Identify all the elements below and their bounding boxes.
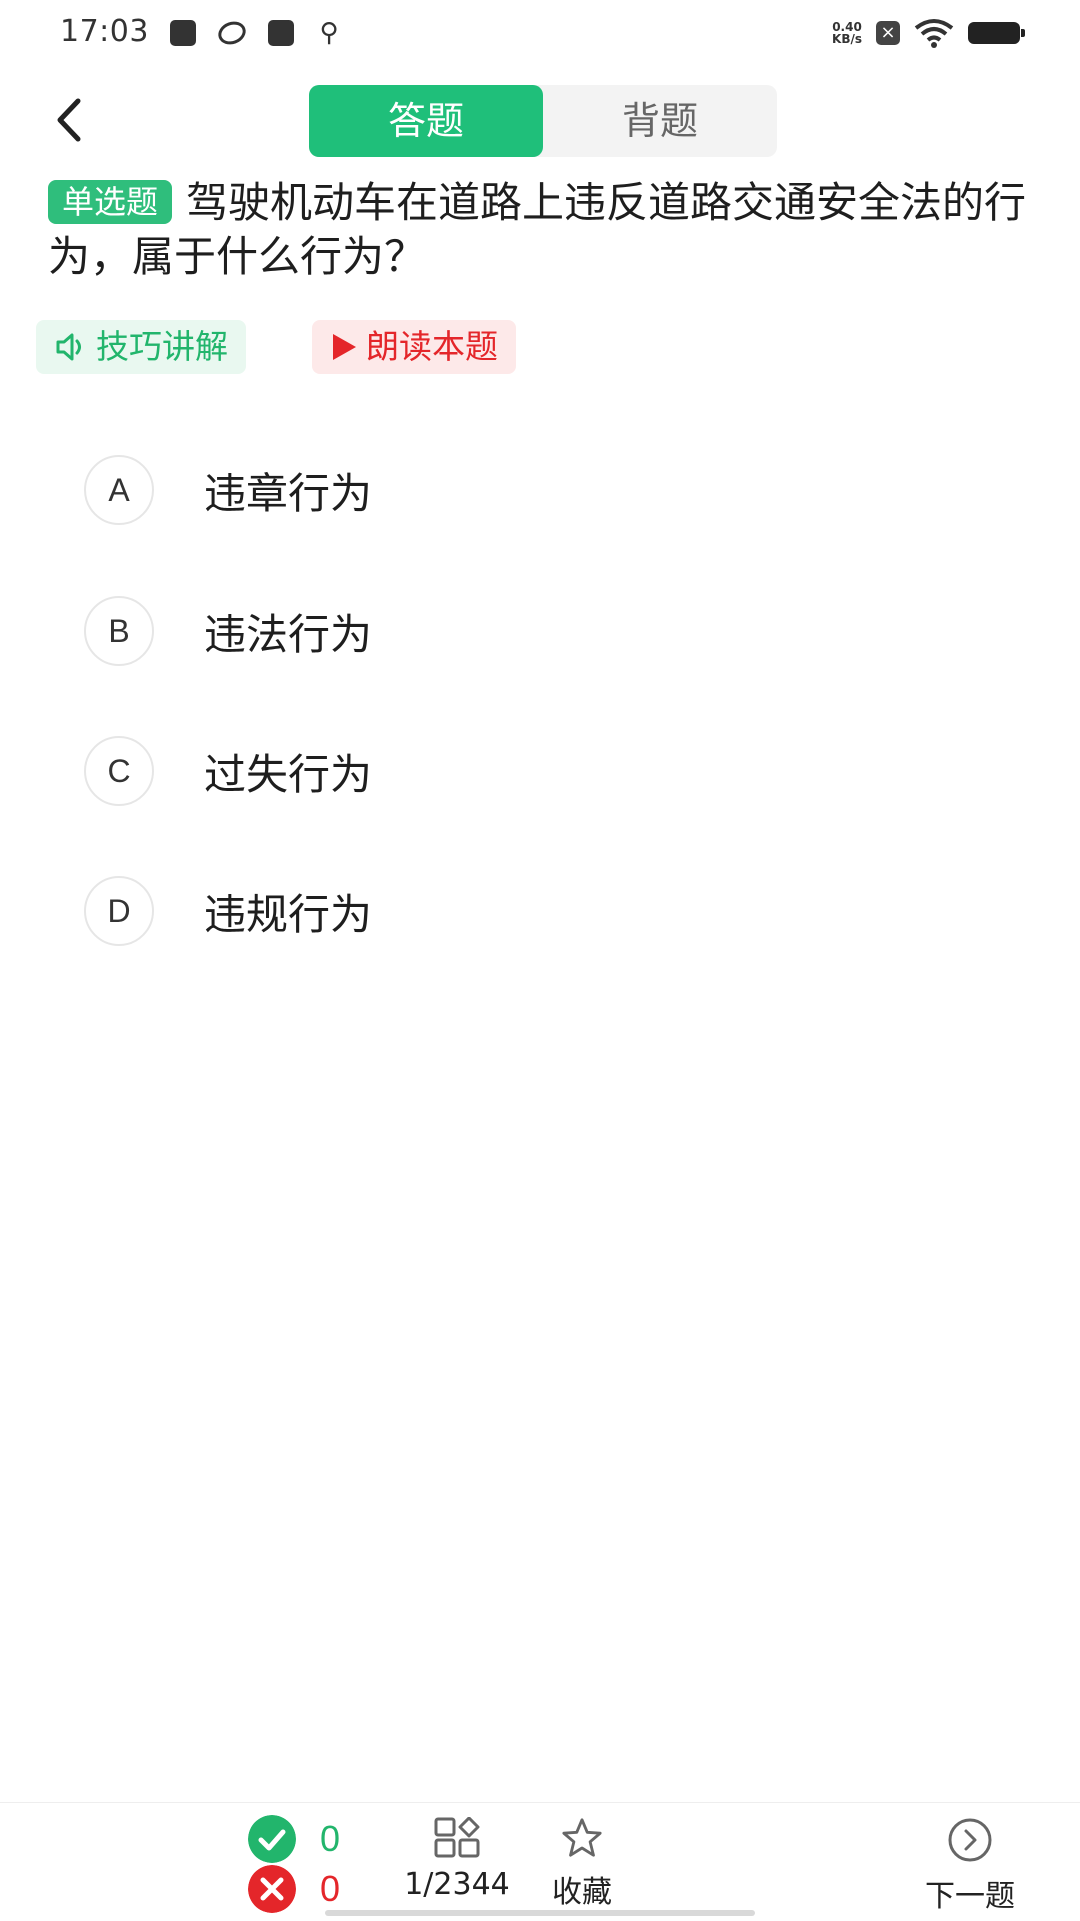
question-text: 驾驶机动车在道路上违反道路交通安全法的行为，属于什么行为？ [48,178,1027,281]
correct-stat: 0 [248,1815,340,1863]
correct-count: 0 [320,1818,341,1859]
option-letter: C [84,736,154,806]
progress-label: 1/2344 [404,1867,510,1902]
status-time: 17:03 [60,14,149,49]
option-text: 过失行为 [204,749,373,799]
tab-answer[interactable]: 答题 [309,85,543,157]
read-aloud-label: 朗读本题 [366,327,498,366]
next-question-button[interactable]: 下一题 [900,1817,1040,1915]
swirl-icon [215,17,249,49]
option-letter: D [84,876,154,946]
home-indicator [325,1910,755,1916]
clipboard-check-icon [170,20,196,46]
question-grid-button[interactable]: 1/2344 [392,1816,522,1902]
wifi-icon [914,19,954,48]
check-circle-icon [248,1815,296,1863]
option-letter: B [84,596,154,666]
mode-segmented-control: 答题 背题 [309,85,777,157]
read-aloud-button[interactable]: 朗读本题 [312,320,516,374]
option-b[interactable]: B 违法行为 [84,591,984,671]
favorite-label: 收藏 [552,1875,612,1910]
x-circle-icon [248,1865,296,1913]
option-text: 违章行为 [204,468,373,518]
battery-icon [968,22,1025,44]
bottom-bar: 0 0 1/2344 收藏 下一题 [0,1802,1080,1921]
network-speed-unit: KB/s [832,32,862,46]
network-speed: 0.40 KB/s [832,21,862,45]
back-arrow-icon[interactable] [48,95,92,145]
wrong-stat: 0 [248,1865,340,1913]
option-text: 违法行为 [204,609,373,659]
next-question-label: 下一题 [925,1879,1015,1914]
option-a[interactable]: A 违章行为 [84,450,984,530]
tip-explain-label: 技巧讲解 [96,327,228,366]
option-text: 违规行为 [204,889,373,939]
grid-icon [434,1816,480,1858]
tab-memorize[interactable]: 背题 [543,85,777,157]
star-icon [562,1818,602,1857]
option-d[interactable]: D 违规行为 [84,871,984,951]
speaker-icon [56,333,81,361]
play-icon [333,334,356,360]
usb-icon: ⚲ [319,18,339,48]
question-block: 单选题 驾驶机动车在道路上违反道路交通安全法的行为，属于什么行为？ [48,176,1038,284]
mail-icon [268,20,294,46]
notification-icons: ⚲ [170,17,342,49]
wrong-count: 0 [320,1868,341,1909]
status-bar: 17:03 ⚲ 0.40 KB/s × [0,0,1080,66]
sim-x-icon: × [876,21,900,45]
option-c[interactable]: C 过失行为 [84,731,984,811]
option-letter: A [84,455,154,525]
favorite-button[interactable]: 收藏 [538,1817,626,1911]
tip-explain-button[interactable]: 技巧讲解 [36,320,246,374]
chevron-right-circle-icon [948,1818,992,1862]
question-type-badge: 单选题 [48,180,173,224]
system-icons: 0.40 KB/s × [832,18,1025,48]
